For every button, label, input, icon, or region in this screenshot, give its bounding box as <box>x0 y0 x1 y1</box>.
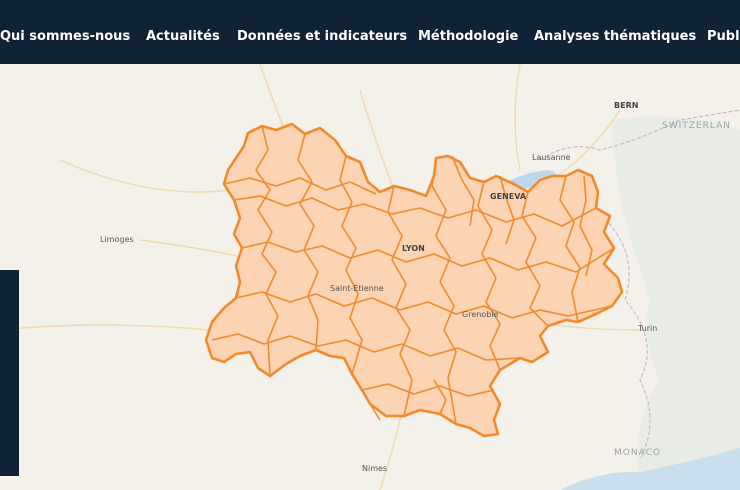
city-label-bern: BERN <box>614 101 639 110</box>
nav-item-qui-sommes-nous[interactable]: Qui sommes-nous <box>0 29 130 44</box>
city-label-turin: Turin <box>638 324 658 333</box>
nav-item-analyses-thematiques[interactable]: Analyses thématiques <box>534 29 696 44</box>
nav-item-publications[interactable]: Publi <box>707 29 740 44</box>
city-label-lyon: LYON <box>402 244 425 253</box>
region-map[interactable]: BERN SWITZERLAN Lausanne GENEVA Limoges … <box>0 64 740 490</box>
city-label-nimes: Nimes <box>362 464 388 473</box>
side-panel-tab[interactable] <box>0 270 19 476</box>
nav-item-methodologie[interactable]: Méthodologie <box>418 29 518 44</box>
top-navigation-bar: Qui sommes-nous Actualités Données et in… <box>0 0 740 64</box>
nav-item-actualites[interactable]: Actualités <box>146 29 220 44</box>
city-label-saint-etienne: Saint-Étienne <box>330 284 384 293</box>
country-label-switzerland: SWITZERLAN <box>662 121 731 131</box>
nav-item-donnees-indicateurs[interactable]: Données et indicateurs <box>237 29 407 44</box>
city-label-geneva: GENEVA <box>490 192 527 201</box>
city-label-lausanne: Lausanne <box>532 153 571 162</box>
city-label-limoges: Limoges <box>100 235 134 244</box>
city-label-grenoble: Grenoble <box>462 310 499 319</box>
map-canvas[interactable] <box>0 64 740 490</box>
country-label-monaco: MONACO <box>614 448 661 458</box>
